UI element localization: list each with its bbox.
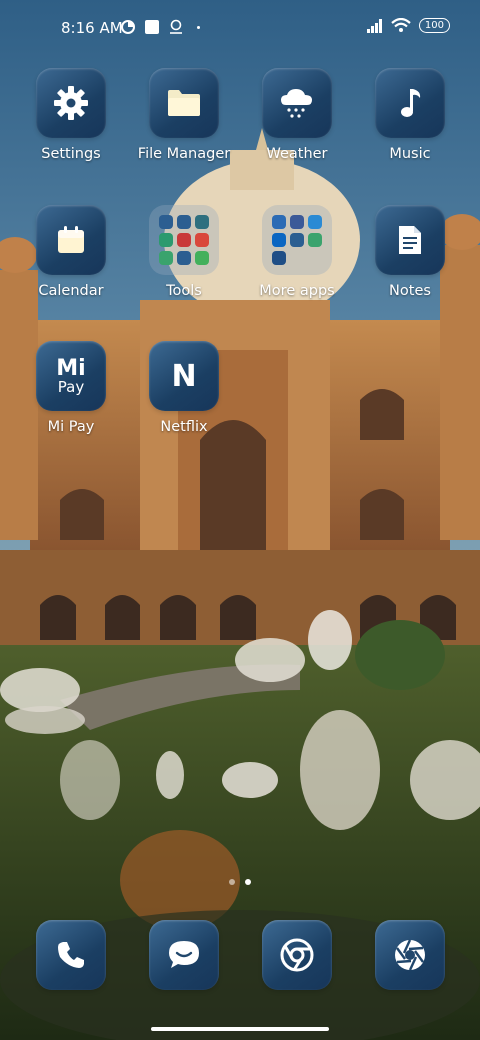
mini-app-icon	[159, 233, 173, 247]
mini-app-icon	[195, 233, 209, 247]
dock-camera[interactable]	[354, 920, 466, 990]
snow-cloud-icon	[281, 89, 312, 118]
page-dot-active[interactable]	[245, 879, 251, 885]
gear-icon	[54, 86, 88, 120]
page-indicator	[229, 879, 251, 885]
folder-icon	[168, 90, 200, 116]
app-netflix[interactable]: N Netflix	[128, 341, 240, 435]
wifi-icon	[391, 18, 411, 32]
data-saver-icon	[121, 20, 135, 34]
mini-app-icon	[290, 215, 304, 229]
dock-phone[interactable]	[15, 920, 127, 990]
home-gesture-bar[interactable]	[151, 1027, 329, 1031]
app-notes[interactable]: Notes	[354, 205, 466, 299]
netflix-icon: N	[171, 358, 197, 394]
chrome-icon	[280, 938, 314, 972]
folder-tools[interactable]: Tools	[128, 205, 240, 299]
app-label: Mi Pay	[47, 419, 95, 435]
mini-app-icon	[195, 251, 209, 265]
calendar-icon	[58, 226, 84, 253]
mini-app-icon	[308, 215, 322, 229]
page-dot[interactable]	[229, 879, 235, 885]
app-label: Music	[389, 146, 431, 162]
status-time: 8:16 AM	[61, 19, 123, 37]
more-notifications-dot-icon	[197, 25, 200, 29]
folder-preview	[262, 205, 332, 275]
notification-square-icon	[145, 20, 159, 34]
mini-app-icon	[308, 233, 322, 247]
mini-app-icon	[195, 215, 209, 229]
mini-app-icon	[159, 215, 173, 229]
app-label: Settings	[41, 146, 101, 162]
status-bar: 8:16 AM 100	[0, 0, 480, 56]
app-weather[interactable]: Weather	[241, 68, 353, 162]
app-calendar[interactable]: Calendar	[15, 205, 127, 299]
mini-app-icon	[159, 251, 173, 265]
app-settings[interactable]: Settings	[15, 68, 127, 162]
app-label: File Manager	[137, 146, 231, 162]
camera-icon	[395, 939, 425, 971]
mi-pay-icon: Mi	[56, 355, 86, 381]
folder-preview	[149, 205, 219, 275]
note-icon	[399, 226, 421, 254]
app-file-manager[interactable]: File Manager	[128, 68, 240, 162]
folder-label: More apps	[259, 283, 335, 299]
mini-app-icon	[272, 215, 286, 229]
phone-icon	[58, 942, 84, 968]
mini-app-icon	[177, 251, 191, 265]
app-label: Calendar	[38, 283, 104, 299]
folder-more-apps[interactable]: More apps	[241, 205, 353, 299]
mini-app-icon	[290, 233, 304, 247]
signal-icon	[366, 18, 382, 33]
battery-indicator: 100	[418, 18, 450, 33]
folder-label: Tools	[166, 283, 202, 299]
app-label: Notes	[389, 283, 431, 299]
app-mi-pay[interactable]: Mi Pay Mi Pay	[15, 341, 127, 435]
music-note-icon	[401, 89, 421, 117]
mi-pay-icon-subtext: Pay	[57, 377, 85, 396]
app-label: Weather	[266, 146, 328, 162]
mini-app-icon	[272, 251, 286, 265]
dock-messages[interactable]	[128, 920, 240, 990]
dock-chrome[interactable]	[241, 920, 353, 990]
mini-app-icon	[272, 233, 286, 247]
app-music[interactable]: Music	[354, 68, 466, 162]
messages-icon	[169, 941, 199, 968]
app-label: Netflix	[160, 419, 208, 435]
location-pin-icon	[170, 19, 182, 34]
mini-app-icon	[177, 233, 191, 247]
mini-app-icon	[177, 215, 191, 229]
